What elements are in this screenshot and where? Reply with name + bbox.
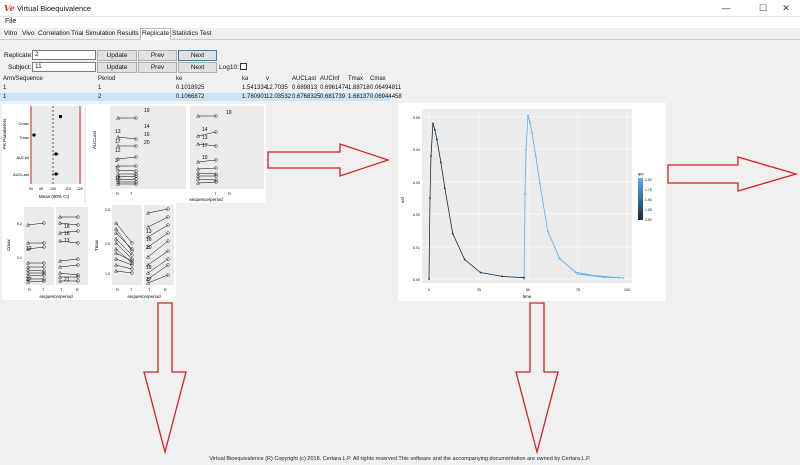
arrow-down-icon <box>515 302 559 455</box>
arrow-down-icon <box>143 302 187 455</box>
arrow-right-icon <box>667 156 799 192</box>
arrow-right-icon <box>267 143 391 177</box>
annotation-arrows <box>143 143 799 455</box>
copyright-footer: Virtual Bioequivalence (R) Copyright (c)… <box>209 456 591 462</box>
